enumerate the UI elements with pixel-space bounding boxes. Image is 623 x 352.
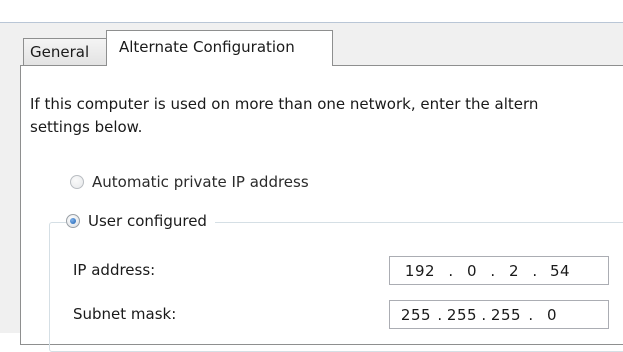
subnet-dot-2: . [481, 305, 487, 324]
subnet-octet-1[interactable]: 255 [396, 306, 436, 324]
subnet-dot-3: . [528, 305, 534, 324]
subnet-octet-3[interactable]: 255 [488, 306, 524, 324]
tab-alternate-configuration-label: Alternate Configuration [119, 38, 295, 56]
intro-line-1: If this computer is used on more than on… [30, 95, 539, 113]
user-configured-radio[interactable] [66, 214, 80, 228]
ip-dot-1: . [448, 261, 454, 280]
subnet-octet-4[interactable]: 0 [538, 306, 566, 324]
automatic-private-ip-label: Automatic private IP address [92, 173, 309, 191]
ip-dot-2: . [490, 261, 496, 280]
tab-alternate-configuration[interactable]: Alternate Configuration [106, 30, 333, 66]
ip-octet-3[interactable]: 2 [500, 262, 528, 280]
intro-line-2: settings below. [30, 118, 143, 136]
automatic-private-ip-option[interactable]: Automatic private IP address [70, 173, 309, 191]
subnet-mask-label: Subnet mask: [73, 305, 177, 323]
intro-text: If this computer is used on more than on… [30, 93, 623, 139]
window-title-area [0, 0, 623, 23]
ip-octet-2[interactable]: 0 [458, 262, 486, 280]
user-configured-label: User configured [88, 212, 207, 230]
ip-dot-3: . [532, 261, 538, 280]
ip-address-label: IP address: [73, 261, 156, 279]
subnet-mask-field[interactable]: 255 . 255 . 255 . 0 [389, 300, 609, 329]
subnet-dot-1: . [437, 305, 443, 324]
automatic-private-ip-radio[interactable] [70, 175, 84, 189]
ip-octet-1[interactable]: 192 [396, 262, 444, 280]
ip-octet-4[interactable]: 54 [542, 262, 578, 280]
ip-address-field[interactable]: 192 . 0 . 2 . 54 [389, 256, 609, 285]
subnet-octet-2[interactable]: 255 [444, 306, 480, 324]
tab-general-label: General [30, 43, 90, 61]
user-configured-option[interactable]: User configured [66, 212, 215, 230]
tab-general[interactable]: General [23, 38, 107, 65]
